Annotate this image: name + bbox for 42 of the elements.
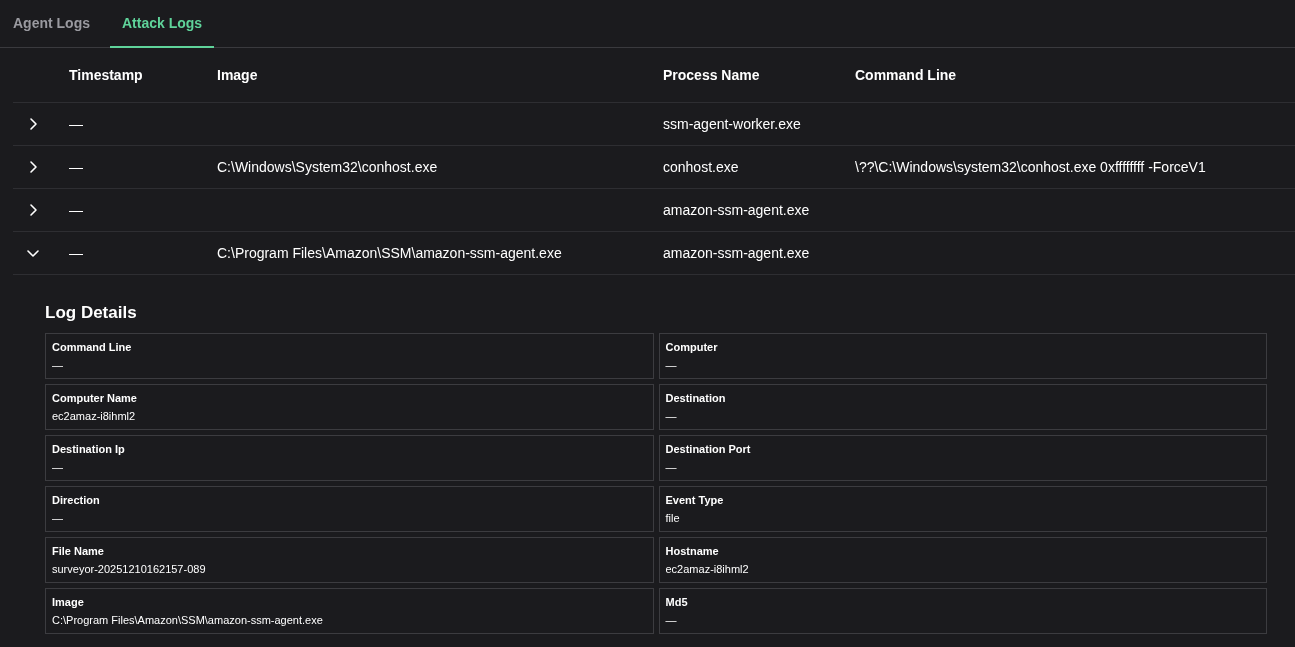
column-header: Image [217,67,258,83]
field-label: Computer [665,341,718,353]
field-value: file [665,512,680,524]
field-value: — [665,461,677,473]
tab[interactable]: Attack Logs [110,0,215,48]
field-label: Hostname [665,545,719,557]
table-cell: C:\Windows\System32\conhost.exe [217,159,438,175]
field-label: Destination Ip [52,443,125,455]
column-header: Timestamp [69,67,143,83]
field-value: — [52,359,63,371]
table-cell: — [69,159,83,175]
field-value: ec2amaz-i8ihml2 [665,563,749,575]
table-cell: \??\C:\Windows\system32\conhost.exe 0xffffffff -ForceV1 [855,159,1206,175]
field-label: Direction [52,494,100,506]
field-label: Md5 [665,596,688,608]
table-cell: C:\Program Files\Amazon\SSM\amazon-ssm-agent.exe [217,245,562,261]
table-cell: — [69,245,83,261]
section-title: Log Details [45,303,137,323]
table-cell: — [69,116,83,132]
table-cell: amazon-ssm-agent.exe [663,245,810,261]
table-cell: conhost.exe [663,159,739,175]
field-value: ec2amaz-i8ihml2 [52,410,136,422]
field-value: — [665,410,677,422]
field-value: C:\Program Files\Amazon\SSM\amazon-ssm-agent.exe [52,614,323,626]
field-label: Destination [665,392,726,404]
field-value: — [665,359,677,371]
field-value: surveyor-20251210162157-089 [52,563,206,575]
field-value: — [52,461,63,473]
table-cell: amazon-ssm-agent.exe [663,202,810,218]
field-label: Command Line [52,341,132,353]
field-value: — [52,512,63,524]
field-label: Event Type [665,494,724,506]
column-header: Command Line [855,67,957,83]
table-cell: ssm-agent-worker.exe [663,116,801,132]
field-label: File Name [52,545,104,557]
field-label: Computer Name [52,392,137,404]
field-value: — [665,614,677,626]
column-header: Process Name [663,67,760,83]
table-cell: — [69,202,83,218]
field-label: Destination Port [665,443,751,455]
tab[interactable]: Agent Logs [1,0,102,48]
field-label: Image [52,596,84,608]
